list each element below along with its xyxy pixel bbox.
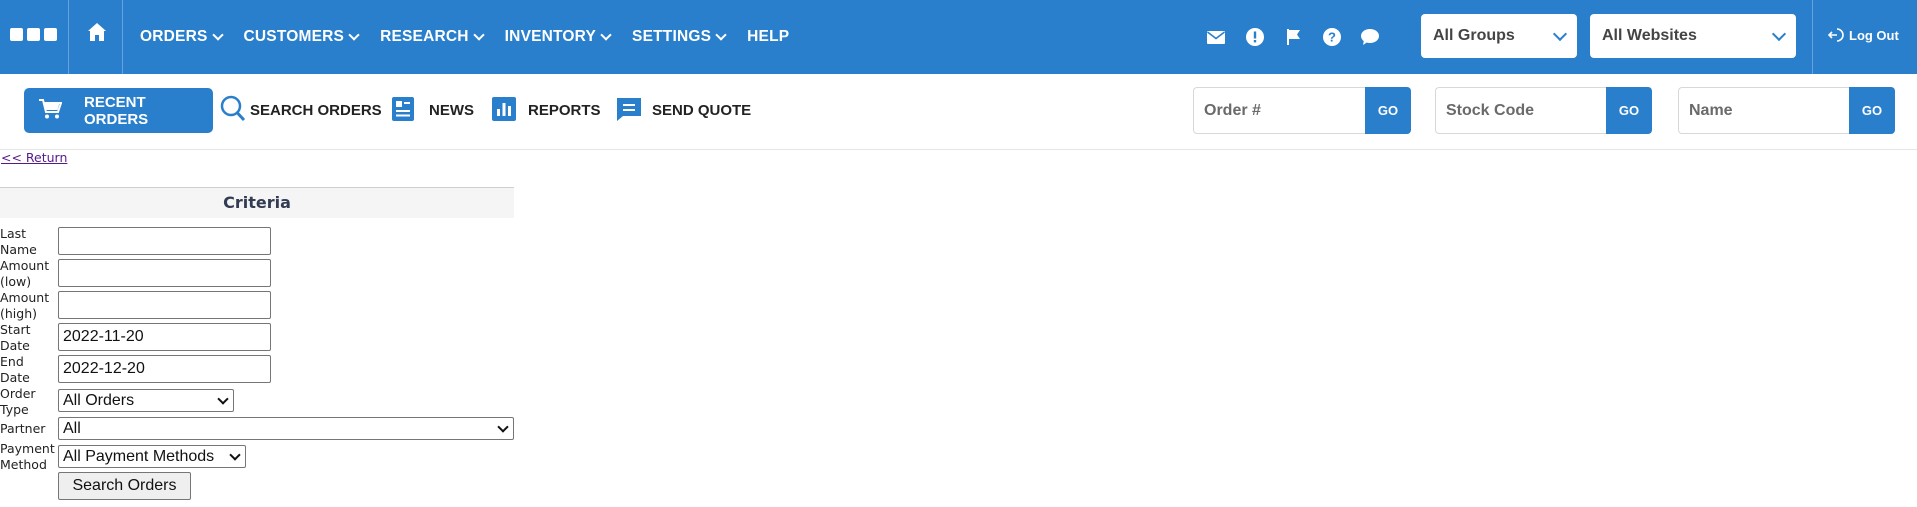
chevron-down-icon [229, 448, 241, 461]
recent-orders-button[interactable]: RECENT ORDERS [24, 88, 213, 133]
start-date-label: Start Date [0, 322, 31, 353]
news-button[interactable]: NEWS [392, 88, 474, 133]
send-quote-button[interactable]: SEND QUOTE [616, 88, 751, 133]
quote-icon [616, 96, 642, 126]
amount-high-field[interactable] [58, 291, 271, 319]
chat-icon[interactable] [1360, 27, 1380, 47]
nav-inventory-label: INVENTORY [504, 28, 597, 45]
search-orders-submit-button[interactable]: Search Orders [58, 472, 191, 500]
divider [1812, 0, 1813, 74]
reports-icon [492, 96, 516, 125]
order-type-select[interactable]: All Orders [58, 389, 234, 412]
alert-icon[interactable] [1245, 27, 1265, 47]
search-icon [220, 95, 246, 127]
stock-code-input[interactable] [1435, 87, 1606, 134]
payment-method-select[interactable]: All Payment Methods [58, 445, 246, 468]
action-toolbar: RECENT ORDERS SEARCH ORDERS NEWS REPORTS… [0, 74, 1917, 150]
group-select-value: All Groups [1433, 27, 1515, 44]
news-label: NEWS [429, 102, 474, 119]
nav-settings[interactable]: SETTINGS [632, 28, 727, 46]
partner-value: All [63, 419, 81, 437]
nav-research-label: RESEARCH [380, 28, 469, 45]
start-date-field[interactable] [58, 323, 271, 351]
group-select[interactable]: All Groups [1421, 14, 1577, 58]
order-type-label: Order Type [0, 386, 36, 417]
return-link[interactable]: << Return [1, 150, 67, 165]
end-date-field[interactable] [58, 355, 271, 383]
criteria-title: Criteria [0, 187, 514, 218]
chevron-down-icon [1771, 26, 1787, 41]
stock-code-go-button[interactable]: GO [1606, 87, 1652, 134]
stock-code-search: GO [1435, 87, 1652, 134]
nav-orders[interactable]: ORDERS [140, 28, 224, 46]
nav-inventory[interactable]: INVENTORY [504, 28, 612, 46]
top-navigation-bar: ORDERS CUSTOMERS RESEARCH INVENTORY SETT… [0, 0, 1917, 74]
recent-orders-label: RECENT ORDERS [84, 93, 149, 128]
amount-low-label: Amount (low) [0, 258, 50, 289]
chevron-down-icon [217, 392, 229, 405]
reports-button[interactable]: REPORTS [492, 88, 601, 133]
nav-help[interactable]: HELP [747, 28, 789, 46]
nav-customers[interactable]: CUSTOMERS [243, 28, 360, 46]
logout-button[interactable]: Log Out [1828, 27, 1899, 43]
search-orders-label: SEARCH ORDERS [250, 102, 382, 119]
divider [122, 0, 123, 74]
cart-icon [38, 98, 63, 124]
chevron-down-icon [211, 29, 224, 41]
divider [68, 0, 69, 74]
chevron-down-icon [497, 420, 509, 433]
payment-method-label: Payment Method [0, 441, 55, 472]
amount-low-field[interactable] [58, 259, 271, 287]
partner-select[interactable]: All [58, 417, 514, 440]
logout-icon [1828, 28, 1844, 42]
chevron-down-icon [473, 29, 485, 41]
order-number-search: GO [1193, 87, 1411, 134]
nav-customers-label: CUSTOMERS [243, 28, 345, 45]
send-quote-label: SEND QUOTE [652, 102, 752, 119]
chevron-down-icon [1552, 26, 1568, 41]
reports-label: REPORTS [528, 102, 601, 119]
news-icon [392, 96, 414, 125]
website-select[interactable]: All Websites [1590, 14, 1796, 58]
last-name-field[interactable] [58, 227, 271, 255]
main-menu: ORDERS CUSTOMERS RESEARCH INVENTORY SETT… [140, 0, 811, 74]
app-launcher-icon[interactable] [10, 28, 58, 42]
chevron-down-icon [348, 29, 360, 41]
svg-text:?: ? [1328, 30, 1336, 45]
mail-icon[interactable] [1206, 27, 1226, 47]
flag-icon[interactable] [1284, 27, 1304, 47]
nav-settings-label: SETTINGS [632, 28, 712, 45]
search-orders-button[interactable]: SEARCH ORDERS [220, 88, 382, 133]
website-select-value: All Websites [1602, 27, 1697, 44]
last-name-label: Last Name [0, 226, 37, 257]
chevron-down-icon [715, 29, 727, 41]
name-search: GO [1678, 87, 1895, 134]
order-number-go-button[interactable]: GO [1365, 87, 1411, 134]
logout-label: Log Out [1849, 27, 1899, 43]
nav-orders-label: ORDERS [140, 28, 208, 45]
name-input[interactable] [1678, 87, 1849, 134]
order-type-value: All Orders [63, 391, 135, 409]
payment-method-value: All Payment Methods [63, 447, 215, 465]
nav-help-label: HELP [747, 28, 790, 45]
home-icon[interactable] [86, 21, 108, 43]
help-icon[interactable]: ? [1322, 27, 1342, 47]
amount-high-label: Amount (high) [0, 290, 50, 321]
partner-label: Partner [0, 421, 46, 436]
order-number-input[interactable] [1193, 87, 1365, 134]
nav-research[interactable]: RESEARCH [380, 28, 485, 46]
end-date-label: End Date [0, 354, 30, 385]
name-go-button[interactable]: GO [1849, 87, 1895, 134]
chevron-down-icon [600, 29, 612, 41]
